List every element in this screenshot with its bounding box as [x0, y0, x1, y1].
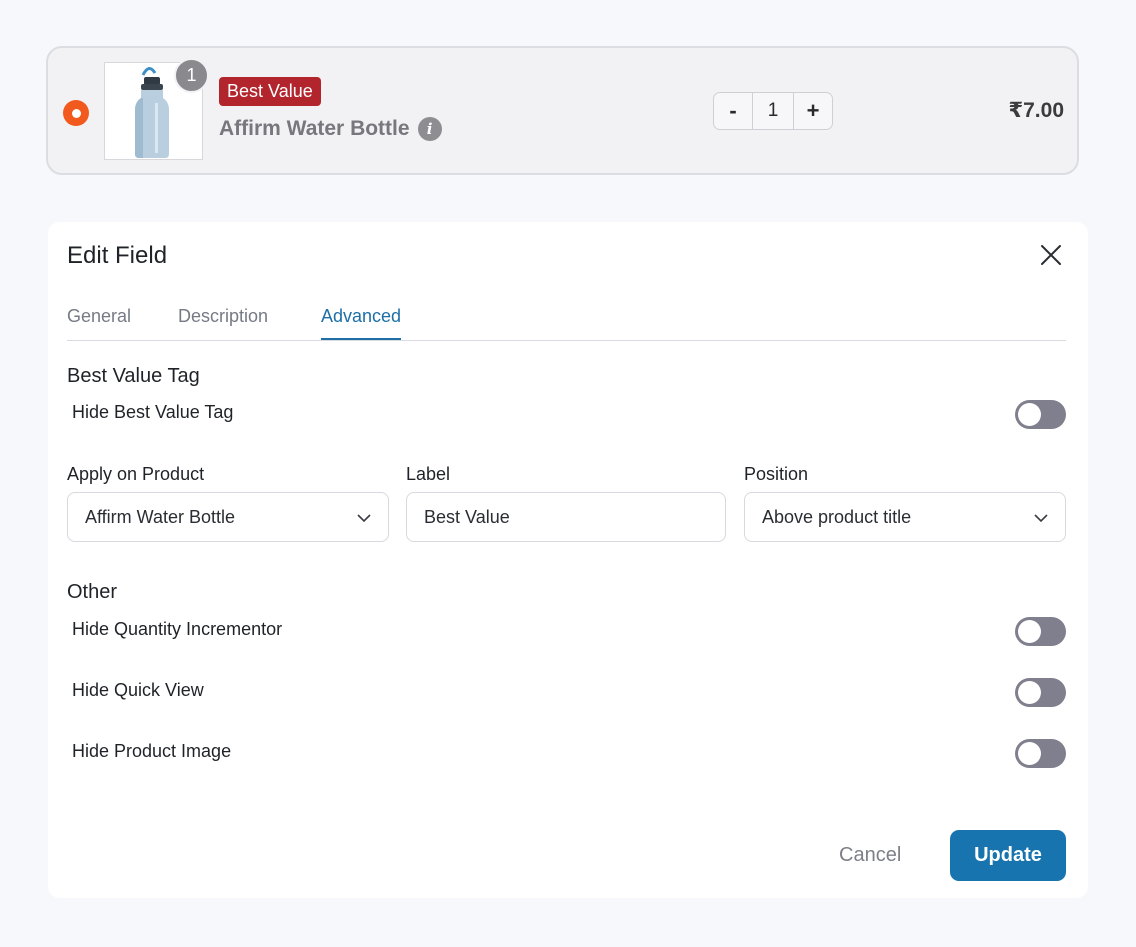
tab-description[interactable]: Description	[178, 306, 268, 338]
tab-advanced[interactable]: Advanced	[321, 306, 402, 340]
hide-quantity-incrementor-label: Hide Quantity Incrementor	[72, 619, 283, 639]
modal-title: Edit Field	[67, 242, 168, 269]
cancel-button[interactable]: Cancel	[839, 844, 901, 867]
chevron-down-icon	[357, 514, 371, 523]
quantity-value[interactable]: 1	[752, 93, 794, 129]
tab-general[interactable]: General	[67, 306, 131, 338]
position-label: Position	[744, 464, 809, 484]
best-value-section-title: Best Value Tag	[67, 365, 200, 387]
position-value: Above product title	[762, 506, 912, 527]
quantity-badge: 1	[174, 58, 209, 93]
product-title-text: Affirm Water Bottle	[219, 117, 410, 140]
position-select[interactable]: Above product title	[744, 492, 1066, 542]
quantity-stepper: - 1 +	[713, 92, 833, 130]
label-input-value: Best Value	[424, 506, 510, 527]
decrement-button[interactable]: -	[714, 93, 752, 129]
apply-on-product-label: Apply on Product	[67, 464, 205, 484]
hide-quick-view-toggle[interactable]	[1015, 678, 1066, 707]
apply-on-product-value: Affirm Water Bottle	[85, 506, 236, 527]
hide-quick-view-label: Hide Quick View	[72, 680, 204, 700]
product-radio-selected[interactable]	[63, 100, 89, 126]
hide-best-value-tag-label: Hide Best Value Tag	[72, 402, 234, 422]
info-icon[interactable]: i	[417, 117, 442, 141]
tab-bar: General Description Advanced	[67, 300, 1066, 341]
hide-quantity-incrementor-toggle[interactable]	[1015, 617, 1066, 646]
label-field-label: Label	[406, 464, 451, 484]
hide-best-value-tag-toggle[interactable]	[1015, 400, 1066, 429]
hide-product-image-label: Hide Product Image	[72, 741, 232, 761]
close-icon[interactable]	[1039, 243, 1063, 267]
increment-button[interactable]: +	[794, 93, 832, 129]
chevron-down-icon	[1034, 514, 1048, 523]
update-button[interactable]: Update	[950, 830, 1066, 881]
hide-product-image-toggle[interactable]	[1015, 739, 1066, 768]
product-option-card[interactable]: 1 Best Value Affirm Water Bottle i - 1 +…	[46, 46, 1079, 175]
best-value-tag: Best Value	[219, 77, 321, 106]
product-price: ₹7.00	[1008, 99, 1064, 122]
edit-field-modal: Edit Field General Description Advanced …	[48, 222, 1088, 898]
label-input[interactable]: Best Value	[406, 492, 726, 542]
apply-on-product-select[interactable]: Affirm Water Bottle	[67, 492, 389, 542]
product-title: Affirm Water Bottle i	[219, 117, 442, 141]
other-section-title: Other	[67, 581, 118, 603]
